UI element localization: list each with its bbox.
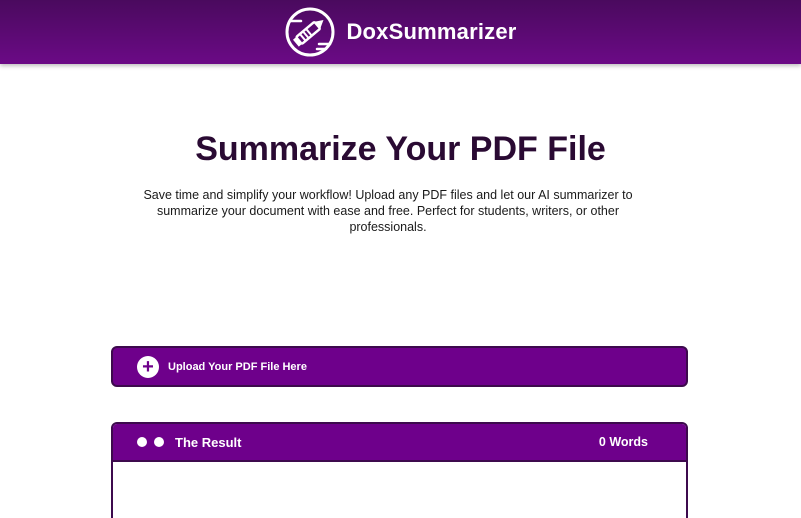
plus-circle-icon: + — [137, 355, 159, 378]
top-navbar: DoxSummarizer — [0, 0, 801, 64]
brand[interactable]: DoxSummarizer — [284, 6, 516, 58]
word-count: 0 Words — [598, 435, 648, 449]
result-title: The Result — [175, 434, 242, 450]
result-panel: The Result 0 Words — [111, 422, 688, 518]
window-dot-icon — [154, 437, 164, 447]
upload-label: Upload Your PDF File Here — [168, 360, 307, 373]
brand-name: DoxSummarizer — [346, 19, 517, 44]
window-dot-icon — [137, 437, 147, 447]
upload-pdf-button[interactable]: + Upload Your PDF File Here — [111, 346, 688, 387]
page-title: Summarize Your PDF File — [195, 130, 606, 168]
result-header: The Result 0 Words — [113, 424, 686, 462]
result-output-area[interactable] — [113, 462, 686, 518]
page-description: Save time and simplify your workflow! Up… — [143, 188, 633, 234]
pencil-in-circle-icon — [285, 7, 335, 57]
